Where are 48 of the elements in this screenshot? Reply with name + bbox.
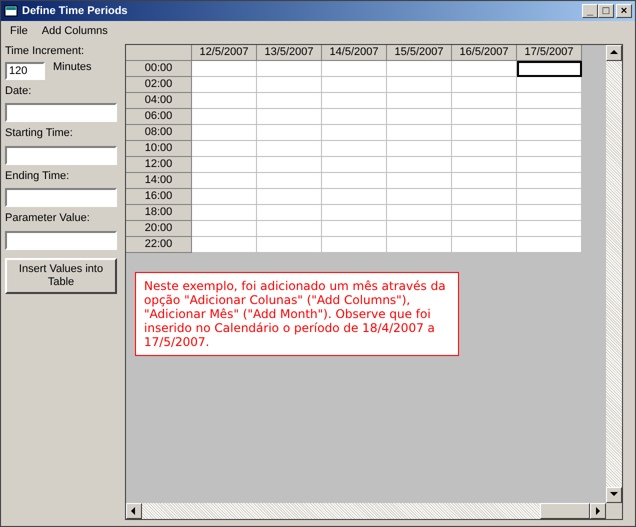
field-label: Parameter Value: <box>5 211 91 226</box>
row-header: 12:00 <box>126 157 192 173</box>
text-field[interactable] <box>5 230 117 250</box>
annotation-note: Neste exemplo, foi adicionado um mês através da opção "Adicionar Colunas" ("Add Columns"), "Adicionar Mês" ("Add Month"). Observe que foi inserido no Calendário o período de 18/4/2007 a 17/5/2007. <box>135 272 459 356</box>
row-header: 04:00 <box>126 93 192 109</box>
unit-label: Minutes <box>53 60 92 74</box>
row-header: 16:00 <box>126 189 192 205</box>
minimize-icon[interactable]: _ <box>582 4 598 18</box>
field-label: Time Increment: <box>5 44 86 59</box>
vertical-scrollbar[interactable] <box>606 45 622 503</box>
field-label: Starting Time: <box>5 126 74 141</box>
row-header: 00:00 <box>126 61 192 77</box>
scroll-right-icon[interactable] <box>590 503 606 519</box>
scrollbar-corner <box>606 503 622 519</box>
row-header: 18:00 <box>126 205 192 221</box>
text-field[interactable] <box>5 146 117 164</box>
increment-field[interactable]: 120 <box>5 62 45 80</box>
column-header: 13/5/2007 <box>257 45 322 61</box>
window-title: Define Time Periods <box>22 4 129 19</box>
insert-values-button[interactable]: Insert Values into Table <box>5 258 117 294</box>
row-header: 06:00 <box>126 109 192 125</box>
column-header: 17/5/2007 <box>517 45 582 61</box>
text-field[interactable] <box>5 103 117 122</box>
column-header: 12/5/2007 <box>192 45 257 61</box>
text-field[interactable] <box>5 188 117 207</box>
maximize-icon[interactable]: □ <box>598 4 614 18</box>
window-icon <box>4 4 18 18</box>
field-label: Date: <box>5 84 32 98</box>
scroll-down-icon[interactable] <box>606 487 622 503</box>
scroll-thumb[interactable] <box>540 503 590 519</box>
close-icon[interactable]: × <box>616 4 632 18</box>
column-header: 16/5/2007 <box>452 45 517 61</box>
row-header: 02:00 <box>126 77 192 93</box>
row-header: 22:00 <box>126 237 192 253</box>
row-header: 20:00 <box>126 221 192 237</box>
column-header: 14/5/2007 <box>322 45 387 61</box>
column-header: 15/5/2007 <box>387 45 452 61</box>
row-header: 14:00 <box>126 173 192 189</box>
scroll-left-icon[interactable] <box>126 503 142 519</box>
corner-header <box>126 45 192 61</box>
row-header: 10:00 <box>126 141 192 157</box>
table-cell[interactable] <box>517 61 582 77</box>
field-label: Ending Time: <box>5 168 70 184</box>
scroll-up-icon[interactable] <box>606 45 622 61</box>
horizontal-scrollbar[interactable] <box>126 503 606 519</box>
menu-item[interactable]: Add Columns <box>36 22 114 40</box>
row-header: 08:00 <box>126 125 192 141</box>
menu-item[interactable]: File <box>4 22 34 40</box>
